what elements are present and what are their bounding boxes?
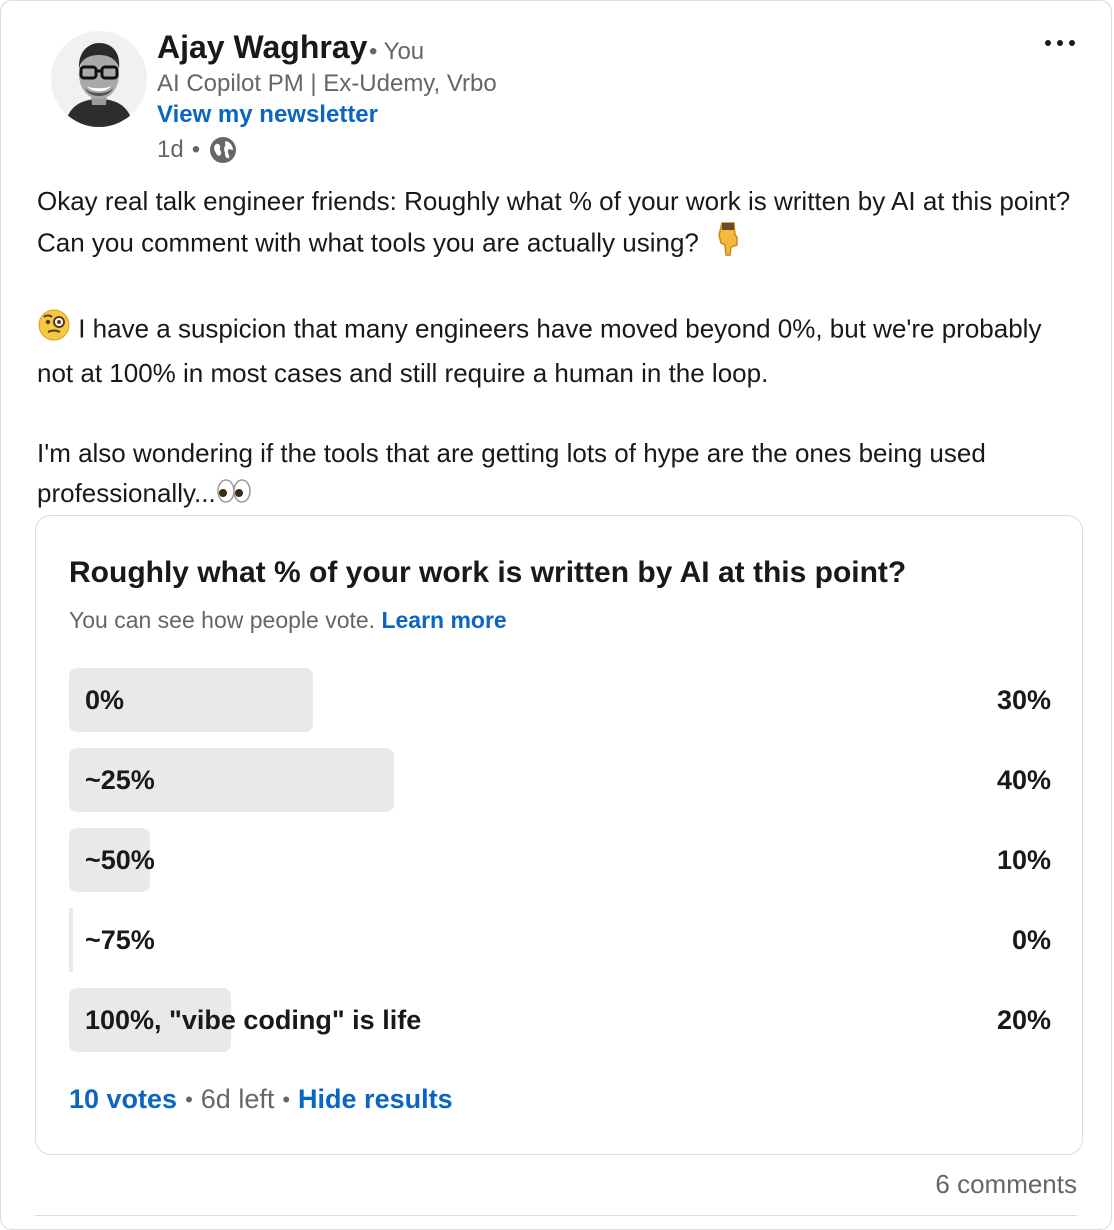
poll-option-percent: 0% — [1011, 925, 1051, 955]
poll-option-percent: 40% — [996, 765, 1051, 795]
post-paragraph: Okay real talk engineer friends: Roughly… — [37, 181, 1077, 268]
poll-visibility-note: You can see how people vote. Learn more — [69, 607, 507, 634]
poll-option-percent: 10% — [996, 845, 1051, 875]
footer-separator: • — [282, 1086, 291, 1112]
poll-option[interactable]: 0% 30% — [69, 668, 1051, 732]
poll-option[interactable]: ~75% 0% — [69, 908, 1051, 972]
hide-results-button[interactable]: Hide results — [298, 1084, 453, 1115]
monocle-face-icon — [37, 308, 71, 353]
poll-option-label: 100%, "vibe coding" is life — [85, 1005, 422, 1035]
author-headline: AI Copilot PM | Ex-Udemy, Vrbo — [157, 70, 497, 97]
post-meta: 1d • — [157, 135, 238, 165]
eyes-icon — [216, 475, 252, 515]
poll-time-left: 6d left — [200, 1084, 275, 1114]
poll-option[interactable]: 100%, "vibe coding" is life 20% — [69, 988, 1051, 1052]
post-paragraph-2: I have a suspicion that many engineers h… — [37, 313, 1042, 388]
poll-visibility-text: You can see how people vote. — [69, 607, 376, 633]
poll-option-label: ~50% — [85, 845, 155, 875]
post-paragraph: I'm also wondering if the tools that are… — [37, 433, 1077, 515]
learn-more-link[interactable]: Learn more — [381, 607, 506, 633]
poll-footer: 10 votes • 6d left • Hide results — [69, 1084, 453, 1115]
author-relation: • You — [369, 38, 425, 65]
poll-option-label: ~75% — [85, 925, 155, 955]
poll-option-label: ~25% — [85, 765, 155, 795]
post-paragraph-1: Okay real talk engineer friends: Roughly… — [37, 186, 1071, 258]
divider — [35, 1215, 1077, 1216]
poll-option-bar — [69, 908, 73, 972]
poll-question: Roughly what % of your work is written b… — [69, 556, 907, 589]
post-paragraph: I have a suspicion that many engineers h… — [37, 308, 1077, 393]
poll-votes-link[interactable]: 10 votes — [69, 1084, 177, 1115]
post-time: 1d — [157, 136, 184, 163]
author-name[interactable]: Ajay Waghray — [157, 29, 367, 66]
post-body: Okay real talk engineer friends: Roughly… — [37, 181, 1077, 515]
meta-separator: • — [191, 136, 201, 163]
poll-option[interactable]: ~25% 40% — [69, 748, 1051, 812]
pointing-down-icon — [713, 221, 743, 268]
poll-option-percent: 20% — [996, 1005, 1051, 1035]
poll-option[interactable]: ~50% 10% — [69, 828, 1051, 892]
view-newsletter-link[interactable]: View my newsletter — [157, 101, 378, 129]
more-horizontal-icon — [1045, 40, 1075, 46]
avatar-portrait — [51, 31, 147, 127]
post-paragraph-3: I'm also wondering if the tools that are… — [37, 438, 986, 508]
more-options-button[interactable] — [1035, 25, 1085, 61]
comments-count-link[interactable]: 6 comments — [935, 1169, 1077, 1200]
author-avatar[interactable] — [51, 31, 147, 127]
footer-separator: • — [185, 1086, 193, 1112]
post-card: Ajay Waghray • You AI Copilot PM | Ex-Ud… — [0, 0, 1112, 1230]
globe-icon — [208, 135, 238, 165]
poll-option-label: 0% — [85, 685, 125, 715]
poll-option-percent: 30% — [996, 685, 1051, 715]
poll-card: Roughly what % of your work is written b… — [35, 515, 1083, 1155]
